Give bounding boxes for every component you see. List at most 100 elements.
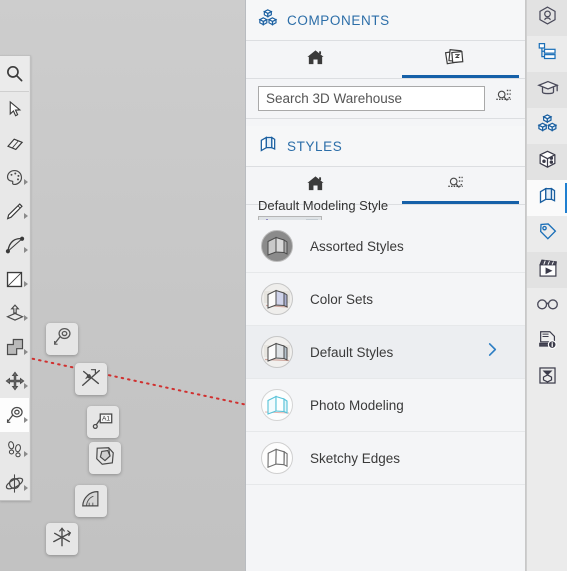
search-details-icon (446, 174, 465, 197)
style-collection-default-styles[interactable]: Default Styles (246, 326, 525, 379)
default-styles-icon (260, 335, 294, 369)
style-collection-color-sets[interactable]: Color Sets (246, 273, 525, 326)
section-plane-button[interactable] (46, 523, 78, 555)
active-tab-underline (402, 201, 520, 204)
style-collection-label: Assorted Styles (310, 238, 404, 254)
style-collection-photo-modeling[interactable]: Photo Modeling (246, 379, 525, 432)
rail-shadows[interactable] (527, 288, 567, 324)
rail-tags[interactable] (527, 216, 567, 252)
flyout-caret-icon (24, 349, 28, 355)
soften-edges-icon (537, 365, 558, 391)
flyout-caret-icon (24, 383, 28, 389)
orbit-icon (4, 473, 25, 494)
home-icon (306, 48, 325, 72)
style-collection-assorted-styles[interactable]: Assorted Styles (246, 220, 525, 273)
flyout-caret-icon (24, 417, 28, 423)
components-search-row[interactable] (246, 79, 525, 119)
pencil-icon (5, 202, 24, 221)
rail-scenes[interactable] (527, 252, 567, 288)
magnifier-icon (5, 64, 24, 83)
color-sets-icon (260, 282, 294, 316)
styles-panel: STYLES Default Modeling Style Assorted S… (246, 126, 525, 571)
components-stack-icon (444, 46, 466, 73)
panel-tray-rail[interactable] (526, 0, 567, 571)
protractor-axes-icon (80, 366, 102, 393)
components-cubes-icon (258, 8, 278, 33)
svg-text:A1: A1 (102, 415, 110, 422)
tag-icon (537, 221, 558, 247)
current-style-name: Default Modeling Style (258, 198, 389, 213)
components-tabstrip[interactable] (246, 41, 525, 79)
assorted-styles-icon (260, 229, 294, 263)
rail-soften[interactable] (527, 360, 567, 396)
move-tool[interactable] (0, 364, 29, 398)
model-info-icon (537, 329, 559, 356)
walk-tool[interactable] (0, 432, 29, 466)
components-tab-browse[interactable] (386, 41, 526, 78)
line-tool[interactable] (0, 194, 29, 228)
style-collection-label: Default Styles (310, 344, 394, 360)
style-collections-list[interactable]: Assorted Styles Color Sets Default Style… (246, 220, 525, 571)
outliner-icon (537, 41, 558, 67)
palette-icon (5, 168, 24, 187)
axes-button[interactable] (89, 442, 121, 474)
home-icon (306, 174, 325, 198)
active-tab-underline (402, 75, 520, 78)
components-cubes-icon (537, 113, 558, 139)
tools-toolbar[interactable] (0, 55, 31, 501)
components-panel-title: COMPONENTS (287, 12, 390, 28)
components-panel-header: COMPONENTS (246, 0, 525, 41)
protractor-button[interactable] (75, 363, 107, 395)
rectangle-tool[interactable] (0, 262, 29, 296)
move-arrows-icon (5, 371, 25, 391)
eraser-tool[interactable] (0, 126, 29, 160)
tape-measure-icon (5, 405, 25, 425)
axes-3d-icon (94, 445, 116, 472)
search-tool[interactable] (0, 56, 29, 92)
flyout-caret-icon (24, 213, 28, 219)
style-collection-label: Photo Modeling (310, 397, 404, 413)
glasses-icon (536, 295, 559, 318)
rail-components[interactable] (527, 108, 567, 144)
style-collection-label: Color Sets (310, 291, 374, 307)
rail-materials[interactable] (527, 144, 567, 180)
photo-modeling-icon (260, 388, 294, 422)
style-collection-sketchy-edges[interactable]: Sketchy Edges (246, 432, 525, 485)
dimension-button[interactable] (75, 485, 107, 517)
arc-tool[interactable] (0, 228, 29, 262)
search-input[interactable] (258, 86, 485, 111)
styles-tab-browse[interactable] (386, 167, 526, 204)
flyout-caret-icon (24, 451, 28, 457)
paint-bucket-tool[interactable] (0, 160, 29, 194)
push-pull-icon (5, 303, 25, 323)
modeling-viewport[interactable] (0, 0, 252, 571)
rail-styles[interactable] (527, 180, 567, 216)
offset-icon (5, 337, 25, 357)
flyout-caret-icon (24, 247, 28, 253)
rail-fog[interactable] (527, 324, 567, 360)
footprints-icon (5, 439, 25, 459)
rail-outliner[interactable] (527, 36, 567, 72)
materials-cube-icon (537, 149, 558, 175)
tape-measure-tool[interactable] (0, 398, 29, 432)
components-tab-home[interactable] (246, 41, 386, 78)
rail-entity-info[interactable] (527, 0, 567, 36)
axes-origin-icon (51, 526, 73, 553)
offset-tool[interactable] (0, 330, 29, 364)
eraser-icon (5, 134, 25, 153)
push-pull-tool[interactable] (0, 296, 29, 330)
styles-panel-title: STYLES (287, 138, 343, 154)
search-details-icon[interactable] (494, 87, 513, 110)
flyout-caret-icon (24, 485, 28, 491)
arc-icon (5, 235, 25, 255)
dimension-protractor-icon (80, 488, 102, 515)
graduation-cap-icon (536, 77, 559, 104)
orbit-tool[interactable] (0, 466, 29, 500)
tape-measure-button[interactable] (46, 323, 78, 355)
rail-instructor[interactable] (527, 72, 567, 108)
styles-panel-header: STYLES (246, 126, 525, 167)
chevron-right-icon[interactable] (486, 341, 499, 363)
flyout-caret-icon (24, 315, 28, 321)
select-tool[interactable] (0, 92, 29, 126)
text-label-button[interactable]: A1 (87, 406, 119, 438)
